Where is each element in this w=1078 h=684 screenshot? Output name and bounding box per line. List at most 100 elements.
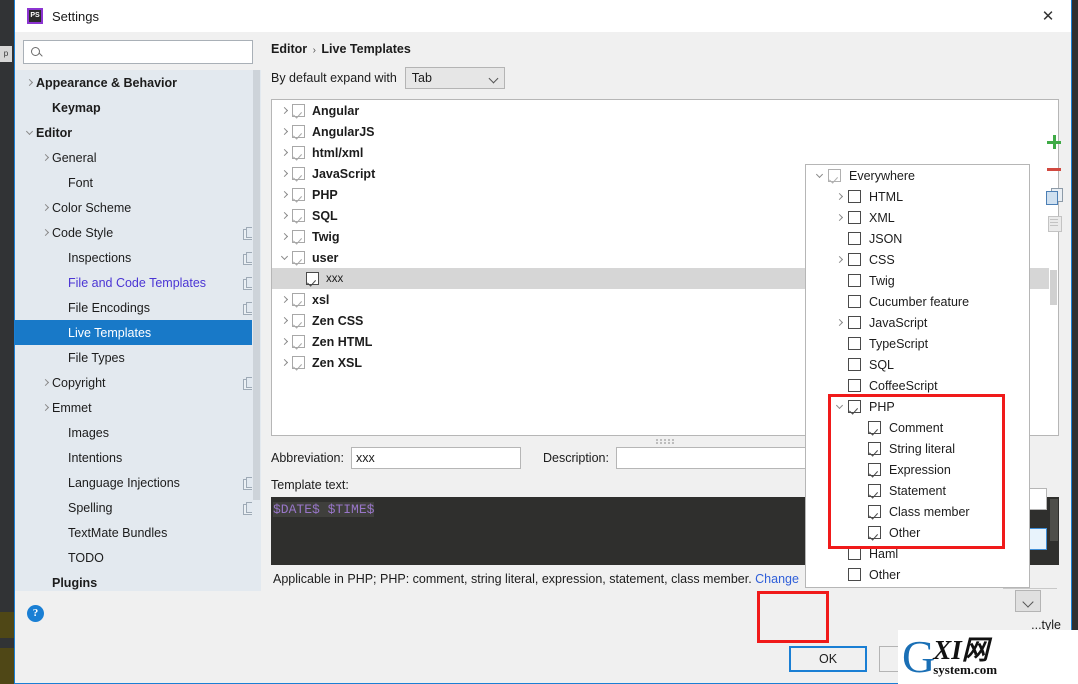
template-enabled-checkbox[interactable] bbox=[292, 188, 305, 201]
sidebar-item-general[interactable]: General bbox=[15, 145, 261, 170]
template-group-row[interactable]: Angular bbox=[272, 100, 1058, 121]
template-enabled-checkbox[interactable] bbox=[292, 314, 305, 327]
chevron-right-icon[interactable] bbox=[830, 320, 848, 325]
template-enabled-checkbox[interactable] bbox=[292, 209, 305, 222]
sidebar-item-keymap[interactable]: Keymap bbox=[15, 95, 261, 120]
chevron-down-icon[interactable] bbox=[830, 403, 848, 410]
sidebar-item-intentions[interactable]: Intentions bbox=[15, 445, 261, 470]
context-row[interactable]: Expression bbox=[806, 459, 1029, 480]
context-checkbox[interactable] bbox=[868, 526, 881, 539]
ok-button[interactable]: OK bbox=[789, 646, 867, 672]
context-row[interactable]: SQL bbox=[806, 354, 1029, 375]
context-checkbox[interactable] bbox=[848, 316, 861, 329]
expand-with-dropdown[interactable]: Tab bbox=[404, 67, 505, 89]
sidebar-item-inspections[interactable]: Inspections bbox=[15, 245, 261, 270]
chevron-right-icon[interactable] bbox=[276, 129, 292, 134]
chevron-right-icon[interactable] bbox=[276, 108, 292, 113]
template-enabled-checkbox[interactable] bbox=[292, 251, 305, 264]
context-row[interactable]: HTML bbox=[806, 186, 1029, 207]
chevron-right-icon[interactable] bbox=[276, 234, 292, 239]
template-group-row[interactable]: AngularJS bbox=[272, 121, 1058, 142]
context-checkbox[interactable] bbox=[848, 358, 861, 371]
sidebar-item-textmate-bundles[interactable]: TextMate Bundles bbox=[15, 520, 261, 545]
context-row[interactable]: Haml bbox=[806, 543, 1029, 564]
chevron-right-icon[interactable] bbox=[830, 257, 848, 262]
context-checkbox[interactable] bbox=[848, 190, 861, 203]
context-checkbox[interactable] bbox=[848, 295, 861, 308]
change-context-link[interactable]: Change bbox=[755, 572, 799, 586]
close-icon[interactable]: ✕ bbox=[1025, 0, 1071, 31]
abbreviation-input[interactable] bbox=[350, 447, 521, 469]
chevron-right-icon[interactable] bbox=[39, 230, 52, 235]
chevron-right-icon[interactable] bbox=[276, 171, 292, 176]
context-checkbox[interactable] bbox=[848, 274, 861, 287]
hidden-dropdown[interactable] bbox=[1015, 590, 1041, 612]
context-row[interactable]: JavaScript bbox=[806, 312, 1029, 333]
context-checkbox[interactable] bbox=[868, 421, 881, 434]
sidebar-item-appearance-behavior[interactable]: Appearance & Behavior bbox=[15, 70, 261, 95]
sidebar-item-file-and-code-templates[interactable]: File and Code Templates bbox=[15, 270, 261, 295]
template-enabled-checkbox[interactable] bbox=[292, 104, 305, 117]
context-checkbox[interactable] bbox=[848, 232, 861, 245]
template-enabled-checkbox[interactable] bbox=[292, 335, 305, 348]
search-input[interactable] bbox=[47, 44, 252, 60]
editor-tab-marker[interactable]: p bbox=[0, 46, 12, 62]
chevron-down-icon[interactable] bbox=[23, 129, 36, 136]
search-box[interactable] bbox=[23, 40, 253, 64]
template-enabled-checkbox[interactable] bbox=[292, 125, 305, 138]
sidebar-scrollbar-thumb[interactable] bbox=[253, 70, 260, 500]
context-row[interactable]: TypeScript bbox=[806, 333, 1029, 354]
context-row[interactable]: String literal bbox=[806, 438, 1029, 459]
duplicate-icon[interactable] bbox=[1045, 187, 1063, 205]
chevron-down-icon[interactable] bbox=[810, 172, 828, 179]
context-row[interactable]: Comment bbox=[806, 417, 1029, 438]
context-checkbox[interactable] bbox=[868, 442, 881, 455]
sidebar-scrollbar[interactable] bbox=[252, 70, 261, 591]
sidebar-item-file-types[interactable]: File Types bbox=[15, 345, 261, 370]
chevron-right-icon[interactable] bbox=[276, 318, 292, 323]
chevron-right-icon[interactable] bbox=[276, 150, 292, 155]
templates-tree-vscrollbar-thumb[interactable] bbox=[1050, 270, 1057, 305]
breadcrumb-root[interactable]: Editor bbox=[271, 42, 307, 56]
chevron-right-icon[interactable] bbox=[23, 80, 36, 85]
context-row[interactable]: XML bbox=[806, 207, 1029, 228]
sidebar-item-spelling[interactable]: Spelling bbox=[15, 495, 261, 520]
context-row[interactable]: Cucumber feature bbox=[806, 291, 1029, 312]
sidebar-item-language-injections[interactable]: Language Injections bbox=[15, 470, 261, 495]
context-checkbox[interactable] bbox=[848, 379, 861, 392]
context-checkbox[interactable] bbox=[848, 337, 861, 350]
template-enabled-checkbox[interactable] bbox=[292, 230, 305, 243]
context-row[interactable]: Other bbox=[806, 564, 1029, 585]
context-checkbox[interactable] bbox=[868, 505, 881, 518]
context-checkbox[interactable] bbox=[848, 568, 861, 581]
sidebar-item-images[interactable]: Images bbox=[15, 420, 261, 445]
sidebar-item-todo[interactable]: TODO bbox=[15, 545, 261, 570]
sidebar-item-plugins[interactable]: Plugins bbox=[15, 570, 261, 591]
chevron-right-icon[interactable] bbox=[39, 155, 52, 160]
template-enabled-checkbox[interactable] bbox=[306, 272, 319, 285]
chevron-right-icon[interactable] bbox=[39, 205, 52, 210]
context-checkbox[interactable] bbox=[848, 211, 861, 224]
context-row[interactable]: Statement bbox=[806, 480, 1029, 501]
chevron-right-icon[interactable] bbox=[276, 297, 292, 302]
context-checkbox[interactable] bbox=[848, 400, 861, 413]
sidebar-item-font[interactable]: Font bbox=[15, 170, 261, 195]
context-row[interactable]: Other bbox=[806, 522, 1029, 543]
context-checkbox[interactable] bbox=[848, 253, 861, 266]
chevron-right-icon[interactable] bbox=[39, 405, 52, 410]
editor-scrollbar-thumb[interactable] bbox=[1050, 499, 1058, 541]
chevron-right-icon[interactable] bbox=[276, 213, 292, 218]
template-enabled-checkbox[interactable] bbox=[292, 293, 305, 306]
chevron-down-icon[interactable] bbox=[276, 254, 292, 261]
chevron-right-icon[interactable] bbox=[276, 192, 292, 197]
editor-scrollbar[interactable] bbox=[1049, 497, 1059, 565]
sidebar-tree[interactable]: Appearance & Behavior Keymap Editor General… bbox=[15, 70, 261, 591]
context-checkbox[interactable] bbox=[868, 484, 881, 497]
context-checkbox[interactable] bbox=[868, 463, 881, 476]
context-row[interactable]: JSON bbox=[806, 228, 1029, 249]
template-enabled-checkbox[interactable] bbox=[292, 146, 305, 159]
context-row[interactable]: Class member bbox=[806, 501, 1029, 522]
chevron-right-icon[interactable] bbox=[276, 360, 292, 365]
sidebar-item-live-templates[interactable]: Live Templates bbox=[15, 320, 261, 345]
chevron-right-icon[interactable] bbox=[39, 380, 52, 385]
